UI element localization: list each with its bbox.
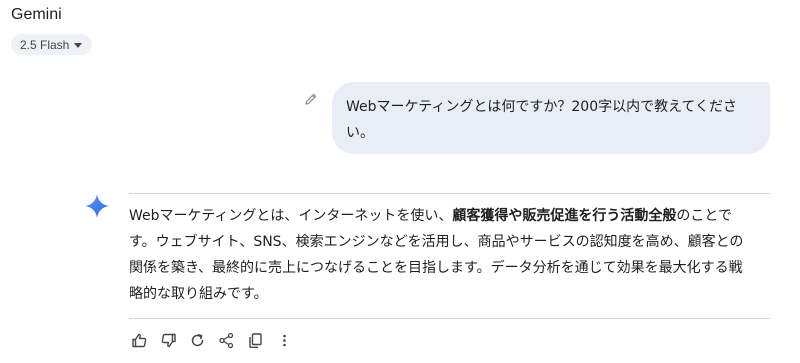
pencil-icon[interactable] xyxy=(303,91,319,107)
thumbs-down-icon[interactable] xyxy=(159,331,177,349)
thumbs-up-icon[interactable] xyxy=(130,331,148,349)
user-message-line: Webマーケティングとは何ですか？200字以内で教えてくださ xyxy=(346,99,738,115)
response-line: Webマーケティングとは、インターネットを使い、顧客獲得や販売促進を行う活動全般… xyxy=(129,203,779,229)
response-line: 関係を築き、最終的に売上につなげることを目指します。データ分析を通じて効果を最大… xyxy=(129,260,743,276)
response-line: 略的な取り組みです。 xyxy=(129,286,268,302)
divider xyxy=(129,318,770,319)
app-title: Gemini xyxy=(11,6,62,23)
copy-icon[interactable] xyxy=(246,331,264,349)
response-line: す。ウェブサイト、SNS、検索エンジンなどを活用し、商品やサービスの認知度を高め… xyxy=(129,234,744,250)
regenerate-icon[interactable] xyxy=(188,331,206,349)
response-actions xyxy=(130,331,304,349)
response-bold-text: 顧客獲得や販売促進を行う活動全般 xyxy=(452,208,677,224)
caret-down-icon xyxy=(74,42,83,48)
response-text: のことで xyxy=(676,208,732,224)
model-selector-label: 2.5 Flash xyxy=(20,37,70,52)
user-message-bubble: Webマーケティングとは何ですか？200字以内で教えてくださ い。 xyxy=(332,82,770,154)
user-message-line: い。 xyxy=(346,125,374,141)
more-vert-icon[interactable] xyxy=(275,331,293,349)
gemini-sparkle-icon xyxy=(84,193,110,219)
model-selector[interactable]: 2.5 Flash xyxy=(11,34,93,55)
divider xyxy=(129,193,770,194)
share-icon[interactable] xyxy=(217,331,235,349)
response-text: Webマーケティングとは、インターネットを使い、 xyxy=(129,208,453,224)
model-response: Webマーケティングとは、インターネットを使い、顧客獲得や販売促進を行う活動全般… xyxy=(129,203,779,307)
